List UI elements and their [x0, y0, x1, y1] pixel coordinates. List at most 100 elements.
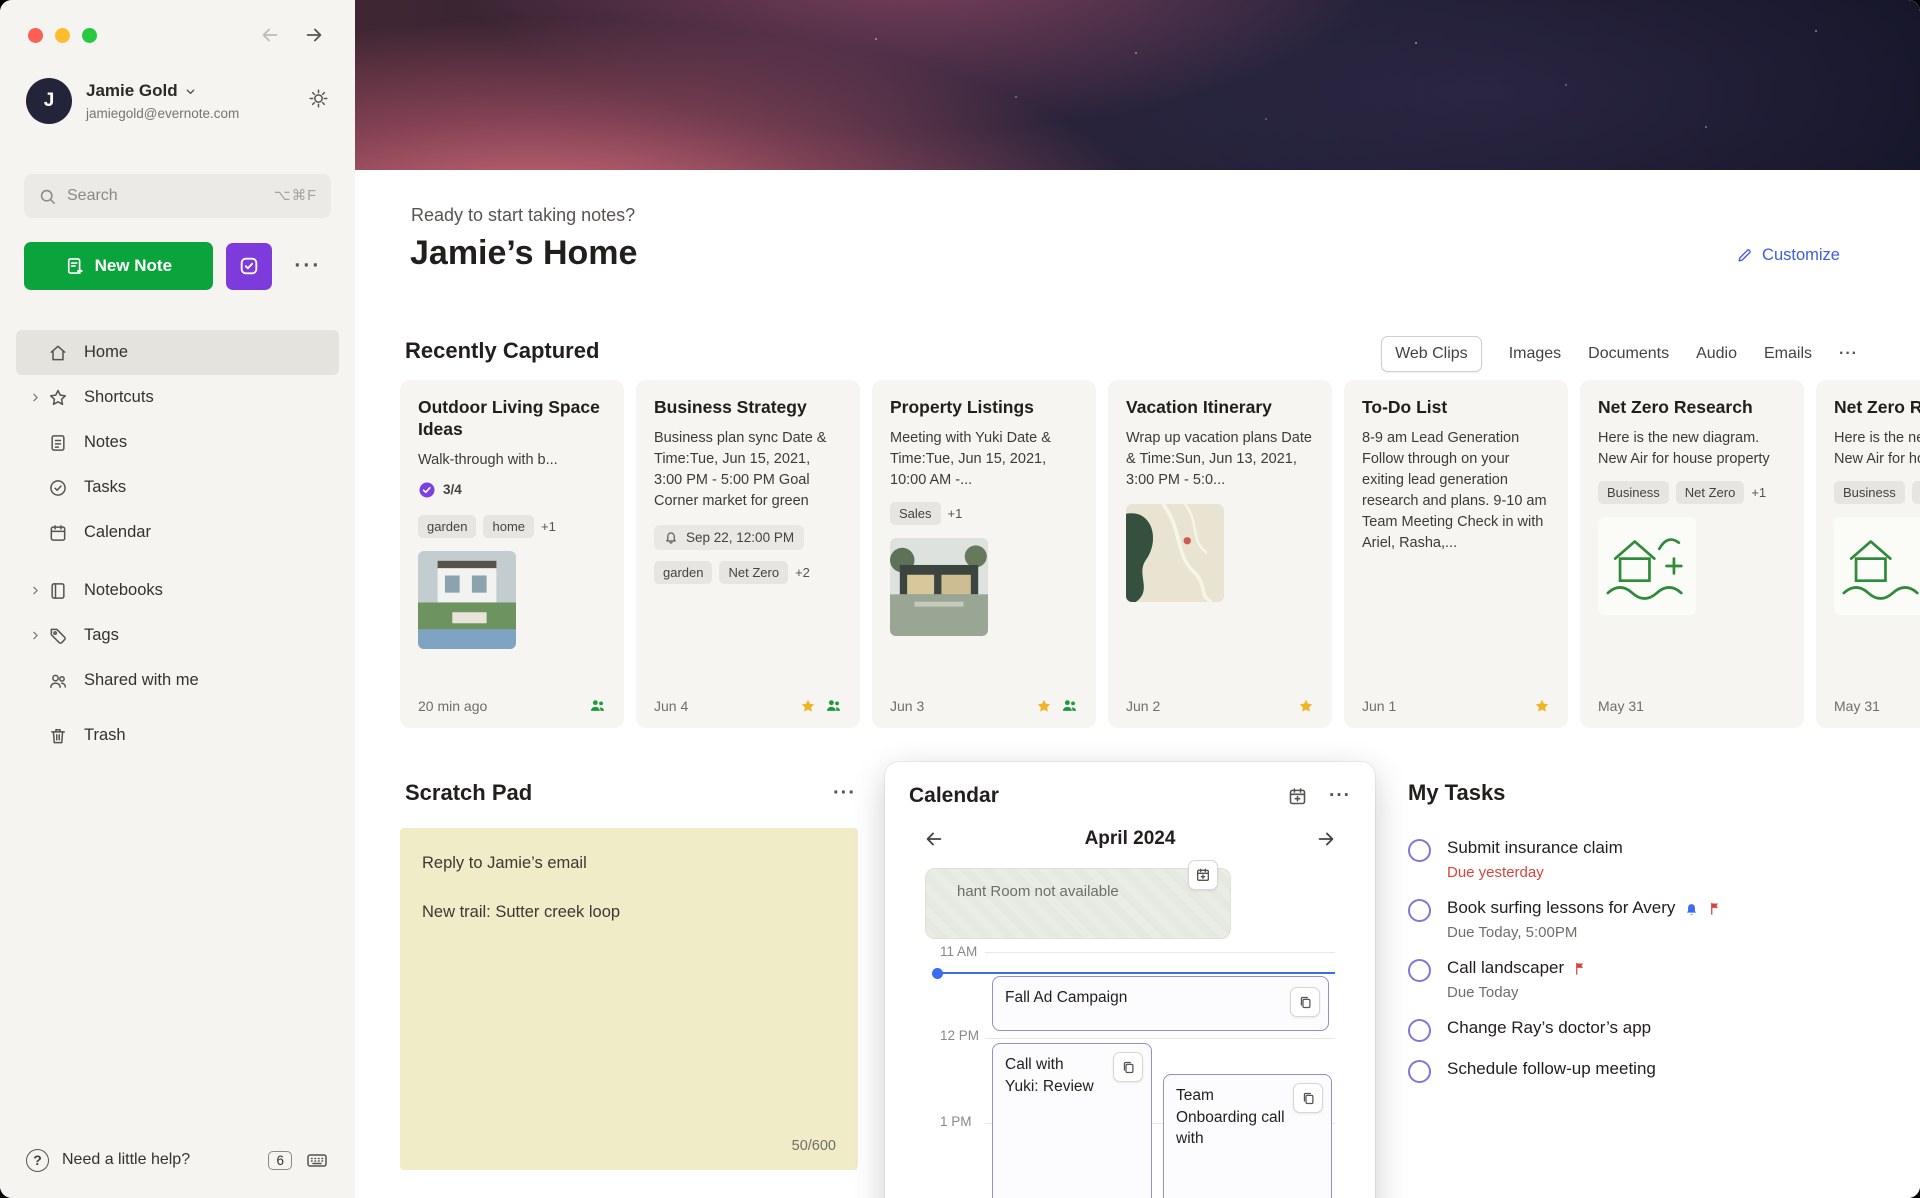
back-icon[interactable] — [259, 24, 281, 46]
calendar-event-team-onboarding[interactable]: Team Onboarding call with — [1163, 1074, 1332, 1198]
calendar-event-call-with-yuki[interactable]: Call with Yuki: Review — [992, 1043, 1152, 1198]
minimize-button[interactable] — [55, 28, 70, 43]
help-label[interactable]: Need a little help? — [62, 1151, 190, 1169]
note-copy-button[interactable] — [1290, 987, 1320, 1017]
filter-documents[interactable]: Documents — [1588, 345, 1669, 363]
sidebar-item-tasks[interactable]: Tasks — [16, 465, 339, 510]
sidebar-more-button[interactable]: ··· — [285, 243, 331, 290]
tag[interactable]: Business — [1834, 481, 1905, 504]
gear-icon[interactable] — [308, 78, 329, 109]
task-row[interactable]: Submit insurance claim Due yesterday — [1408, 838, 1878, 881]
sidebar-item-calendar[interactable]: Calendar — [16, 510, 339, 555]
calendar-plus-icon — [1195, 867, 1211, 883]
tag[interactable]: Net Zero — [719, 561, 788, 584]
scratch-pad-more-button[interactable]: ··· — [833, 782, 856, 805]
calendar-widget-title: Calendar — [909, 784, 999, 808]
note-copy-icon — [1121, 1060, 1136, 1075]
sidebar-item-tags[interactable]: Tags — [16, 613, 339, 658]
sidebar-item-notebooks[interactable]: Notebooks — [16, 568, 339, 613]
note-card-vacation-itinerary[interactable]: Vacation Itinerary Wrap up vacation plan… — [1108, 380, 1332, 728]
new-note-button[interactable]: New Note — [24, 242, 213, 290]
add-to-calendar-button[interactable] — [1188, 860, 1218, 890]
tag[interactable]: garden — [418, 515, 476, 538]
note-copy-button[interactable] — [1113, 1052, 1143, 1082]
page-title: Jamie’s Home — [410, 234, 637, 273]
note-card-snippet: Wrap up vacation plans Date & Time:Sun, … — [1126, 428, 1314, 491]
calendar-day-view[interactable]: hant Room not available 11 AM 12 PM 1 PM… — [885, 852, 1375, 1198]
tag[interactable]: Business — [1598, 481, 1669, 504]
tag-list: Business Net Zero +1 — [1598, 481, 1786, 504]
sidebar-item-home[interactable]: Home — [16, 330, 339, 375]
chevron-right-icon[interactable] — [22, 391, 48, 404]
task-due-date: Due Today — [1447, 984, 1588, 1001]
filter-web-clips[interactable]: Web Clips — [1381, 336, 1482, 372]
help-badge[interactable]: 6 — [268, 1151, 292, 1170]
note-thumbnail-patio — [418, 551, 516, 649]
note-card-snippet: Here is the new diagram. New Air for hou… — [1598, 428, 1786, 470]
tag-list: Business Net Zero +1 — [1834, 481, 1920, 504]
app-window: J Jamie Gold jamiegold@evernote.com Sear… — [0, 0, 1920, 1198]
search-input[interactable]: Search ⌥⌘F — [24, 174, 331, 218]
note-card-net-zero-research-2[interactable]: Net Zero Research Here is the new diagra… — [1816, 380, 1920, 728]
help-icon[interactable]: ? — [26, 1149, 49, 1172]
task-checkbox[interactable] — [1408, 1019, 1431, 1042]
note-card-property-listings[interactable]: Property Listings Meeting with Yuki Date… — [872, 380, 1096, 728]
chevron-right-icon[interactable] — [22, 629, 48, 642]
scratch-line: New trail: Sutter creek loop — [422, 903, 836, 922]
task-row[interactable]: Book surfing lessons for Avery Due Today… — [1408, 898, 1878, 941]
next-month-icon[interactable] — [1315, 828, 1337, 850]
pencil-icon — [1736, 247, 1753, 264]
customize-button[interactable]: Customize — [1736, 246, 1840, 265]
tag-overflow-count: +1 — [541, 519, 556, 534]
note-card-title: To-Do List — [1362, 397, 1550, 419]
task-checkbox[interactable] — [1408, 959, 1431, 982]
note-card-net-zero-research[interactable]: Net Zero Research Here is the new diagra… — [1580, 380, 1804, 728]
tag[interactable]: Net Zero — [1676, 481, 1745, 504]
keyboard-icon[interactable] — [305, 1148, 329, 1172]
close-button[interactable] — [28, 28, 43, 43]
filter-audio[interactable]: Audio — [1696, 345, 1737, 363]
reminder-bell-icon — [1684, 901, 1699, 916]
note-card-outdoor-living[interactable]: Outdoor Living Space Ideas Walk-through … — [400, 380, 624, 728]
chevron-right-icon[interactable] — [22, 584, 48, 597]
sidebar-item-trash[interactable]: Trash — [16, 713, 339, 758]
note-thumbnail-house — [890, 538, 988, 636]
tag[interactable]: Net Zero — [1912, 481, 1920, 504]
tag[interactable]: Sales — [890, 502, 941, 525]
task-checkbox[interactable] — [1408, 1060, 1431, 1083]
task-row[interactable]: Call landscaper Due Today — [1408, 958, 1878, 1001]
note-thumbnail-diagram — [1598, 517, 1696, 615]
star-icon — [48, 388, 80, 408]
previous-month-icon[interactable] — [923, 828, 945, 850]
calendar-event-room-unavailable[interactable]: hant Room not available — [925, 868, 1231, 939]
account-switcher[interactable]: J Jamie Gold jamiegold@evernote.com — [26, 78, 329, 124]
filter-images[interactable]: Images — [1509, 345, 1561, 363]
note-card-business-strategy[interactable]: Business Strategy Business plan sync Dat… — [636, 380, 860, 728]
tag[interactable]: garden — [654, 561, 712, 584]
task-row[interactable]: Change Ray’s doctor’s app — [1408, 1018, 1878, 1042]
zoom-button[interactable] — [82, 28, 97, 43]
sidebar-item-shared-with-me[interactable]: Shared with me — [16, 658, 339, 703]
forward-icon[interactable] — [303, 24, 325, 46]
scratch-pad-title: Scratch Pad — [405, 780, 532, 806]
task-checkbox[interactable] — [1408, 899, 1431, 922]
calendar-more-button[interactable]: ··· — [1329, 785, 1351, 807]
new-task-button[interactable] — [226, 243, 272, 290]
avatar[interactable]: J — [26, 78, 72, 124]
filter-emails[interactable]: Emails — [1764, 345, 1812, 363]
note-copy-icon — [1298, 995, 1313, 1010]
star-filled-icon — [1036, 698, 1052, 714]
note-card-snippet: Meeting with Yuki Date & Time:Tue, Jun 1… — [890, 428, 1078, 491]
note-copy-button[interactable] — [1293, 1083, 1323, 1113]
tag[interactable]: home — [483, 515, 534, 538]
sidebar-item-notes[interactable]: Notes — [16, 420, 339, 465]
task-checkbox[interactable] — [1408, 839, 1431, 862]
sidebar-item-shortcuts[interactable]: Shortcuts — [16, 375, 339, 420]
calendar-plus-icon[interactable] — [1287, 786, 1308, 807]
filters-more-button[interactable]: ··· — [1839, 345, 1858, 363]
note-card-to-do-list[interactable]: To-Do List 8-9 am Lead Generation Follow… — [1344, 380, 1568, 728]
scratch-pad-note[interactable]: Reply to Jamie’s email New trail: Sutter… — [400, 828, 858, 1170]
task-row[interactable]: Schedule follow-up meeting — [1408, 1059, 1878, 1083]
scratch-line: Reply to Jamie’s email — [422, 854, 836, 873]
calendar-event-fall-ad-campaign[interactable]: Fall Ad Campaign — [992, 976, 1329, 1031]
